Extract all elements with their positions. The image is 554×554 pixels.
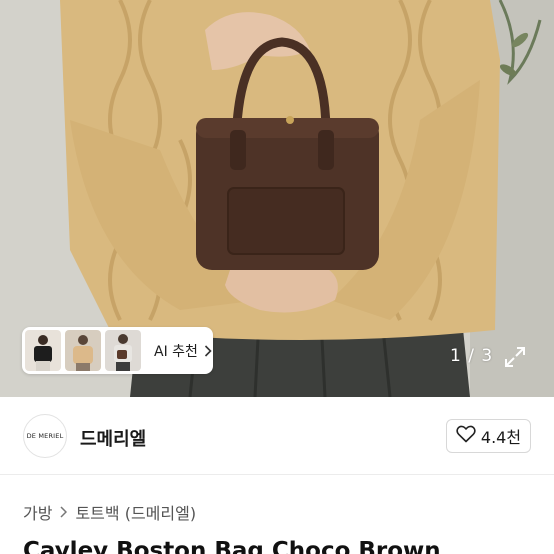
expand-icon[interactable] [503, 345, 527, 369]
breadcrumb-item-category[interactable]: 가방 [23, 500, 52, 524]
breadcrumb-item-subcategory[interactable]: 토트백 (드메리엘) [75, 500, 196, 524]
like-count: 4.4천 [480, 428, 522, 447]
seller-row[interactable]: DE MERIEL 드메리엘 4.4천 [0, 397, 554, 475]
ai-thumbnail-3 [105, 330, 141, 371]
seller-logo[interactable]: DE MERIEL [23, 414, 67, 458]
product-title: Cayley Boston Bag Choco Brown [23, 538, 441, 554]
ai-recommend-label: AI 추천 [154, 343, 198, 360]
product-image-gallery[interactable]: AI 추천 1 / 3 [0, 0, 554, 397]
seller-logo-text: DE MERIEL [26, 432, 64, 440]
breadcrumb: 가방 토트백 (드메리엘) [23, 500, 196, 524]
ai-thumbnail-2 [65, 330, 101, 371]
like-button[interactable]: 4.4천 [446, 419, 531, 453]
ai-recommend-button[interactable]: AI 추천 [22, 327, 213, 374]
ai-thumbnail-1 [25, 330, 61, 371]
seller-name[interactable]: 드메리엘 [80, 425, 146, 451]
heart-icon [456, 425, 476, 447]
chevron-right-icon [60, 506, 68, 518]
chevron-right-icon [204, 344, 212, 357]
image-counter: 1 / 3 [450, 346, 494, 366]
